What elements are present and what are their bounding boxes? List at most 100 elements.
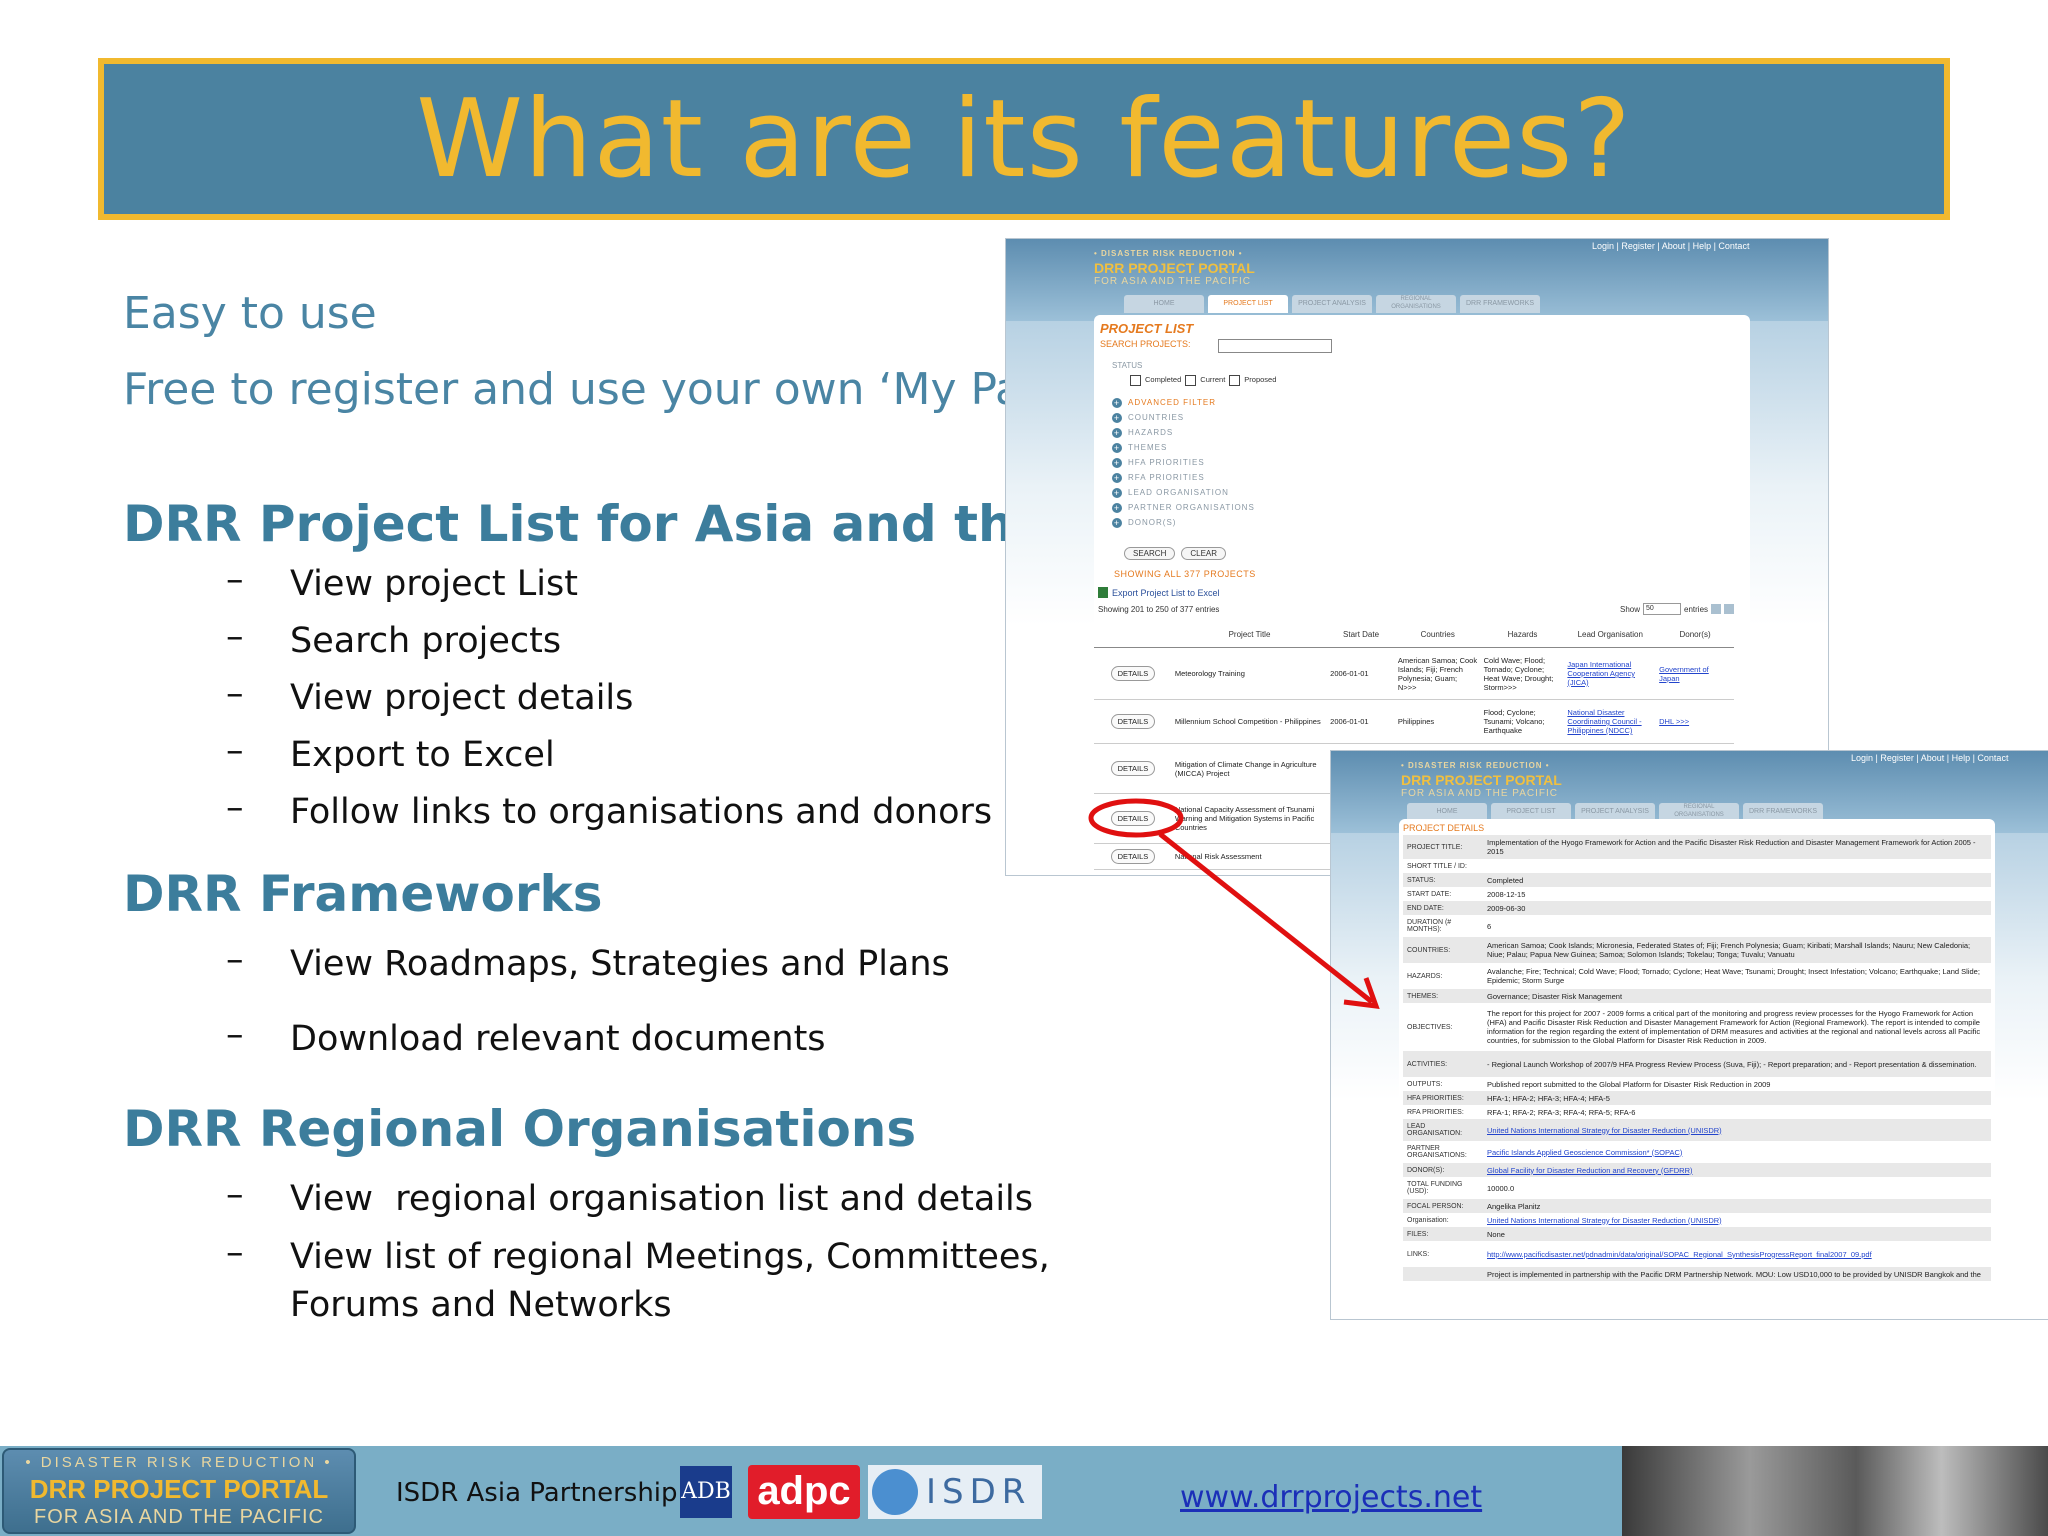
- partner-organisation-link[interactable]: Pacific Islands Applied Geoscience Commi…: [1483, 1141, 1991, 1163]
- tab-project-list[interactable]: PROJECT LIST: [1208, 295, 1288, 313]
- details-button[interactable]: DETAILS: [1110, 714, 1156, 729]
- page-size-select[interactable]: 50: [1643, 603, 1682, 615]
- filter-lead-organisation[interactable]: + LEAD ORGANISATION: [1112, 485, 1255, 500]
- filter-rfa-priorities[interactable]: + RFA PRIORITIES: [1112, 470, 1255, 485]
- donor-link[interactable]: Global Facility for Disaster Reduction a…: [1483, 1163, 1991, 1177]
- detail-value: Implementation of the Hyogo Framework fo…: [1483, 835, 1991, 859]
- section-bullets-project-list: – View project List – Search projects – Vie…: [226, 560, 992, 845]
- detail-label: END DATE:: [1403, 901, 1483, 915]
- filter-countries[interactable]: + COUNTRIES: [1112, 410, 1255, 425]
- column-header[interactable]: Lead Organisation: [1564, 621, 1657, 648]
- detail-row: ACTIVITIES: - Regional Launch Workshop of…: [1403, 1051, 1991, 1077]
- detail-value: - Regional Launch Workshop of 2007/9 HFA…: [1483, 1051, 1991, 1077]
- column-header[interactable]: [1094, 621, 1172, 648]
- column-header[interactable]: Donor(s): [1656, 621, 1734, 648]
- column-header[interactable]: Countries: [1394, 621, 1481, 648]
- portal-logo: • DISASTER RISK REDUCTION • DRR PROJECT …: [1401, 759, 1562, 801]
- bullet-dash: –: [226, 560, 244, 600]
- detail-row: LINKS: http://www.pacificdisaster.net/pdn…: [1403, 1241, 1991, 1267]
- completed-checkbox[interactable]: [1130, 375, 1141, 386]
- portal-logo-line3: FOR ASIA AND THE PACIFIC: [1094, 276, 1251, 287]
- detail-label: DURATION (# MONTHS):: [1407, 919, 1452, 933]
- filter-themes[interactable]: + THEMES: [1112, 440, 1255, 455]
- plus-icon: +: [1112, 457, 1122, 468]
- search-input[interactable]: [1218, 339, 1332, 353]
- bullet-item: – Download relevant documents: [226, 1015, 950, 1072]
- file-link[interactable]: http://www.pacificdisaster.net/pdnadmin/…: [1483, 1241, 1991, 1267]
- details-highlight-circle: [1088, 798, 1184, 838]
- detail-label: FOCAL PERSON:: [1403, 1199, 1483, 1213]
- bullet-dash: –: [226, 1233, 244, 1273]
- bullet-dash: –: [226, 1175, 244, 1215]
- filter-label: THEMES: [1128, 443, 1168, 452]
- lead-organisation-link[interactable]: United Nations International Strategy fo…: [1483, 1119, 1991, 1141]
- details-table: PROJECT TITLE: Implementation of the Hyog…: [1403, 835, 1991, 1281]
- tab-regional-organisations[interactable]: REGIONAL ORGANISATIONS: [1376, 295, 1456, 313]
- tab-drr-frameworks[interactable]: DRR FRAMEWORKS: [1460, 295, 1540, 313]
- section-bullets-regional-orgs: – View regional organisation list and det…: [226, 1175, 1050, 1329]
- filter-donors[interactable]: + DONOR(S): [1112, 515, 1255, 530]
- current-checkbox[interactable]: [1185, 375, 1197, 386]
- details-button[interactable]: DETAILS: [1110, 666, 1156, 681]
- tab-project-analysis[interactable]: PROJECT ANALYSIS: [1292, 295, 1372, 313]
- filter-label: PARTNER ORGANISATIONS: [1128, 503, 1255, 512]
- portal-top-links[interactable]: Login | Register | About | Help | Contac…: [1592, 241, 1749, 251]
- cell-lead-link[interactable]: National Disaster Coordinating Council -…: [1564, 699, 1657, 744]
- current-label: Current: [1200, 375, 1226, 384]
- filter-advanced[interactable]: + ADVANCED FILTER: [1112, 395, 1255, 410]
- cell-donor-link[interactable]: DHL >>>: [1656, 699, 1734, 744]
- filter-label: DONOR(S): [1128, 518, 1177, 527]
- portal-tabs: HOME PROJECT LIST PROJECT ANALYSIS REGIO…: [1124, 295, 1540, 313]
- clear-button[interactable]: CLEAR: [1181, 547, 1227, 560]
- cell-donor-link[interactable]: Government of Japan: [1656, 647, 1734, 700]
- filter-hazards[interactable]: + HAZARDS: [1112, 425, 1255, 440]
- filter-partner-organisations[interactable]: + PARTNER ORGANISATIONS: [1112, 500, 1255, 515]
- showing-count: SHOWING ALL 377 PROJECTS: [1114, 569, 1256, 579]
- bullet-dash: –: [226, 617, 244, 657]
- detail-row: Organisation: United Nations Internationa…: [1403, 1213, 1991, 1227]
- next-page-icon[interactable]: [1724, 604, 1735, 614]
- tab-home[interactable]: HOME: [1124, 295, 1204, 313]
- bullet-dash: –: [226, 1015, 244, 1055]
- detail-row: HFA PRIORITIES: HFA-1; HFA-2; HFA-3; HFA-…: [1403, 1091, 1991, 1105]
- website-link[interactable]: www.drrprojects.net: [1180, 1480, 1482, 1515]
- column-header[interactable]: Project Title: [1171, 621, 1328, 648]
- cell-countries: Philippines: [1394, 699, 1481, 744]
- detail-label: FILES:: [1403, 1227, 1483, 1241]
- proposed-checkbox[interactable]: [1229, 375, 1241, 386]
- detail-label: ACTIVITIES:: [1403, 1051, 1483, 1077]
- prev-page-icon[interactable]: [1711, 604, 1722, 614]
- search-button[interactable]: SEARCH: [1124, 547, 1176, 560]
- detail-row: COUNTRIES: American Samoa; Cook Islands; …: [1403, 937, 1991, 963]
- detail-value: None: [1483, 1227, 1991, 1241]
- isdr-logo: ISDR: [868, 1465, 1042, 1519]
- column-header[interactable]: Start Date: [1327, 621, 1395, 648]
- bullet-item: – View project List: [226, 560, 992, 617]
- bullet-text: View Roadmaps, Strategies and Plans: [290, 944, 950, 984]
- plus-icon: +: [1112, 442, 1122, 453]
- project-details-heading: PROJECT DETAILS: [1403, 823, 1485, 833]
- bullet-dash: –: [226, 731, 244, 771]
- bullet-text: Follow links to organisations and donors: [290, 792, 993, 832]
- focal-organisation-link[interactable]: United Nations International Strategy fo…: [1483, 1213, 1991, 1227]
- details-button[interactable]: DETAILS: [1110, 761, 1156, 776]
- column-header[interactable]: Hazards: [1480, 621, 1565, 648]
- filter-hfa-priorities[interactable]: + HFA PRIORITIES: [1112, 455, 1255, 470]
- cell-title: Meteorology Training: [1171, 647, 1328, 700]
- portal-top-links[interactable]: Login | Register | About | Help | Contac…: [1851, 753, 2008, 763]
- section-heading-frameworks: DRR Frameworks: [123, 865, 603, 923]
- detail-row: PROJECT TITLE: Implementation of the Hyog…: [1403, 835, 1991, 859]
- detail-row: TOTAL FUNDING (USD): 10000.0: [1403, 1177, 1991, 1199]
- table-header: Project Title Start Date Countries Hazar…: [1094, 621, 1734, 648]
- cell-title: Millennium School Competition - Philippi…: [1171, 699, 1328, 744]
- detail-value: [1483, 859, 1991, 873]
- detail-value: 2008-12-15: [1487, 889, 1526, 899]
- export-link[interactable]: Export Project List to Excel: [1098, 587, 1220, 598]
- cell-lead-link[interactable]: Japan International Cooperation Agency (…: [1564, 647, 1657, 700]
- bullet-text: View project details: [290, 678, 634, 718]
- detail-row: DONOR(S): Global Facility for Disaster Re…: [1403, 1163, 1991, 1177]
- detail-row: Project is implemented in partnership wi…: [1403, 1267, 1991, 1281]
- detail-value: Angelika Planitz: [1483, 1199, 1991, 1213]
- footer-logo-line3: FOR ASIA AND THE PACIFIC: [34, 1506, 324, 1528]
- cell-hazards: Cold Wave; Flood; Tornado; Cyclone; Heat…: [1480, 647, 1565, 700]
